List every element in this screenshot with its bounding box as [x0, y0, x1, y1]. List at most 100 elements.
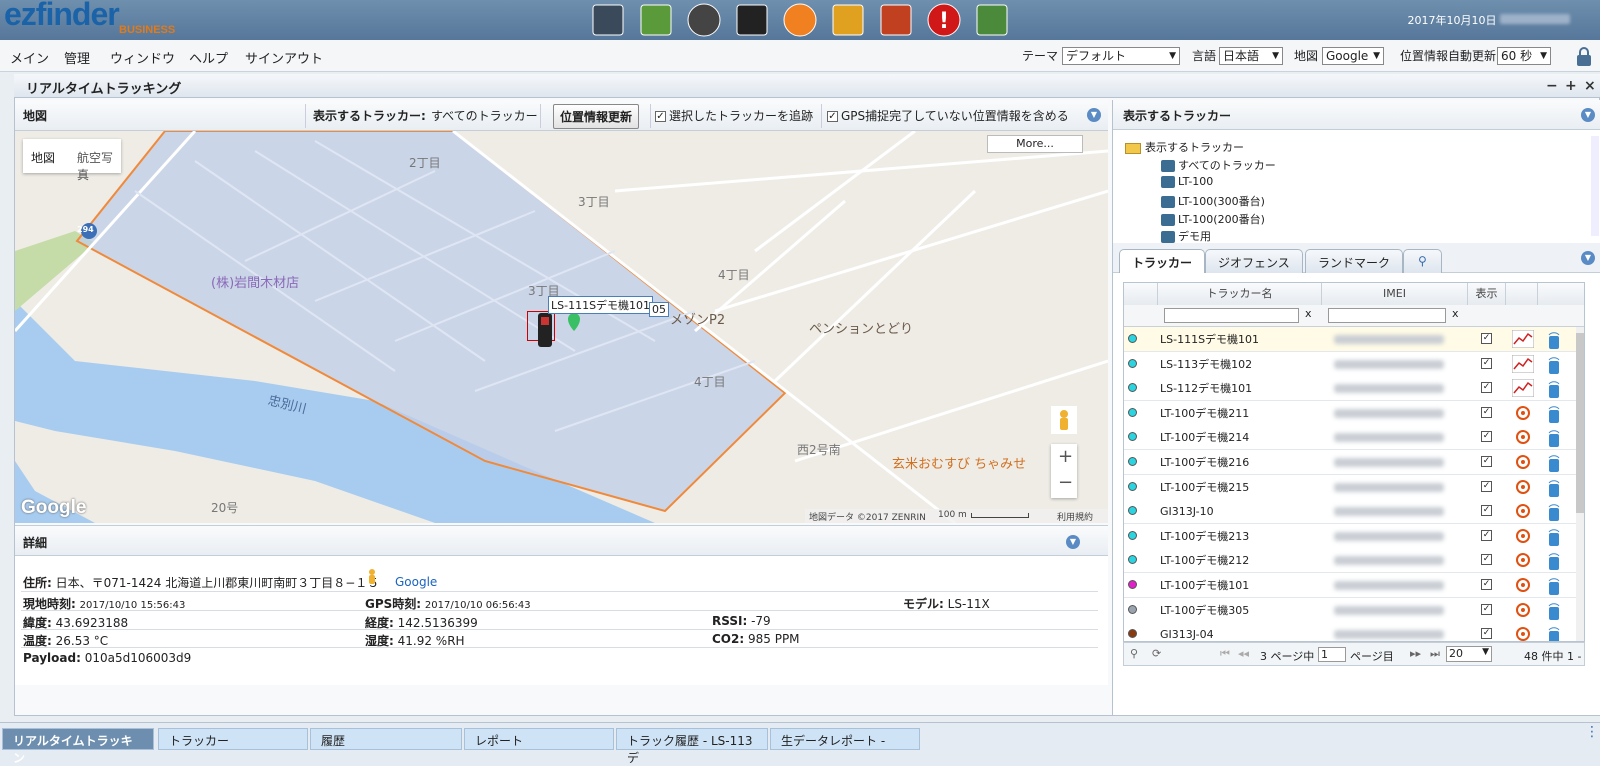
tab-geofence[interactable]: ジオフェンス — [1205, 249, 1303, 273]
tree-demo[interactable]: デモ用 — [1161, 228, 1211, 244]
sensor-chart-icon[interactable] — [1511, 354, 1535, 376]
chart-report-icon[interactable] — [973, 2, 1011, 38]
location-target-icon[interactable] — [1512, 428, 1534, 449]
device-signal-icon[interactable] — [1546, 379, 1562, 402]
table-row[interactable]: LS-112デモ機101 ✓ — [1124, 376, 1584, 402]
device-signal-icon[interactable] — [1546, 453, 1562, 476]
task-track-history[interactable]: トラック履歴 - LS-113デ — [616, 728, 768, 765]
task-raw-report[interactable]: 生データレポート - — [770, 728, 920, 750]
show-checkbox[interactable]: ✓ — [1481, 480, 1492, 492]
table-row[interactable]: LT-100デモ機214 ✓ — [1124, 425, 1584, 451]
tracker-marker-icon[interactable] — [536, 309, 584, 351]
map-pin-icon[interactable] — [637, 2, 675, 38]
trackers-value[interactable]: すべてのトラッカー — [431, 107, 538, 124]
tracker-panel-collapse-icon[interactable]: ▼ — [1581, 108, 1595, 122]
task-report[interactable]: レポート — [464, 728, 614, 750]
street-view-icon[interactable] — [364, 568, 380, 586]
tabs-collapse-icon[interactable]: ▼ — [1581, 251, 1595, 265]
pager-first-icon[interactable]: ⏮ — [1220, 647, 1230, 661]
show-checkbox[interactable]: ✓ — [1481, 505, 1492, 517]
device-signal-icon[interactable] — [1546, 551, 1562, 574]
refresh-location-button[interactable]: 位置情報更新 — [553, 104, 640, 129]
lang-select[interactable]: 日本語 — [1219, 47, 1283, 65]
table-row[interactable]: LT-100デモ機212 ✓ — [1124, 548, 1584, 574]
location-target-icon[interactable] — [1512, 453, 1534, 474]
show-checkbox[interactable]: ✓ — [1481, 628, 1492, 640]
location-target-icon[interactable] — [1512, 625, 1534, 641]
device-signal-icon[interactable] — [1546, 527, 1562, 550]
show-checkbox[interactable]: ✓ — [1481, 456, 1492, 467]
route-map-icon[interactable] — [877, 2, 915, 38]
pager-next-icon[interactable]: ▸▸ — [1410, 647, 1421, 660]
device-signal-icon[interactable] — [1546, 601, 1562, 624]
show-checkbox[interactable]: ✓ — [1481, 603, 1492, 615]
user-icon[interactable] — [781, 2, 819, 38]
location-target-icon[interactable] — [1512, 478, 1534, 499]
theme-select[interactable]: デフォルト — [1062, 47, 1180, 65]
menu-admin[interactable]: 管理 — [64, 48, 90, 67]
pager-prev-icon[interactable]: ◂◂ — [1238, 647, 1249, 660]
location-target-icon[interactable] — [1512, 601, 1534, 622]
map-type-map[interactable]: 地図 — [31, 149, 55, 166]
map-provider-select[interactable]: Google — [1322, 47, 1384, 65]
pager-refresh-icon[interactable]: ⟳ — [1152, 647, 1161, 660]
map-type-satellite[interactable]: 航空写真 — [77, 149, 121, 183]
pager-search-icon[interactable]: ⚲ — [1130, 647, 1138, 660]
device-signal-icon[interactable] — [1546, 428, 1562, 451]
map-collapse-icon[interactable]: ▼ — [1087, 108, 1101, 122]
menu-help[interactable]: ヘルプ — [189, 48, 228, 67]
location-target-icon[interactable] — [1512, 576, 1534, 597]
pager-last-icon[interactable]: ⏭ — [1430, 647, 1440, 661]
location-target-icon[interactable] — [1512, 404, 1534, 425]
task-history[interactable]: 履歴 — [310, 728, 462, 750]
tree-lt100-200[interactable]: LT-100(200番台) — [1161, 211, 1265, 227]
device-signal-icon[interactable] — [1546, 576, 1562, 599]
show-checkbox[interactable]: ✓ — [1481, 382, 1492, 394]
col-show[interactable]: 表示 — [1468, 283, 1506, 305]
table-row[interactable]: LS-113デモ機102 ✓ — [1124, 351, 1584, 377]
table-row[interactable]: LT-100デモ機215 ✓ — [1124, 474, 1584, 500]
window-close-button[interactable]: × — [1584, 78, 1596, 94]
device-signal-icon[interactable] — [1546, 404, 1562, 427]
table-row[interactable]: LT-100デモ機211 ✓ — [1124, 400, 1584, 427]
refresh-interval-select[interactable]: 60 秒 — [1497, 47, 1551, 65]
table-row[interactable]: LT-100デモ機216 ✓ — [1124, 450, 1584, 476]
device-signal-icon[interactable] — [1546, 502, 1562, 525]
location-target-icon[interactable] — [1512, 502, 1534, 523]
map-terms-link[interactable]: 利用規約 — [1057, 510, 1093, 523]
menu-main[interactable]: メイン — [10, 48, 49, 67]
tree-all-trackers[interactable]: すべてのトラッカー — [1161, 157, 1276, 173]
task-tracker[interactable]: トラッカー — [158, 728, 308, 750]
google-map-link[interactable]: Google — [395, 575, 437, 589]
show-checkbox[interactable]: ✓ — [1481, 406, 1492, 418]
show-checkbox[interactable]: ✓ — [1481, 357, 1492, 369]
show-checkbox[interactable]: ✓ — [1481, 333, 1492, 344]
tab-trackers[interactable]: トラッカー — [1119, 249, 1206, 273]
device-signal-icon[interactable] — [1546, 330, 1562, 353]
lock-icon[interactable] — [1575, 46, 1593, 68]
device-signal-icon[interactable] — [1546, 625, 1562, 641]
alert-icon[interactable]: ! — [925, 2, 963, 38]
location-target-icon[interactable] — [1512, 551, 1534, 572]
flag-icon[interactable] — [829, 2, 867, 38]
tracker-device-icon[interactable] — [733, 2, 771, 38]
monitor-board-icon[interactable] — [589, 2, 627, 38]
imei-filter-input[interactable] — [1328, 308, 1446, 323]
menu-signout[interactable]: サインアウト — [245, 48, 323, 67]
detail-collapse-icon[interactable]: ▼ — [1066, 535, 1080, 549]
tree-lt100[interactable]: LT-100 — [1161, 175, 1213, 188]
col-imei[interactable]: IMEI — [1322, 283, 1468, 305]
stopwatch-icon[interactable] — [685, 2, 723, 38]
more-button[interactable]: More... — [987, 135, 1083, 153]
sensor-chart-icon[interactable] — [1511, 378, 1535, 400]
map-view[interactable]: 294 2丁目 3丁目 3丁目 4丁目 4丁目 (株)岩間木材店 メゾンP2 ペ… — [15, 131, 1108, 523]
pegman-icon[interactable] — [1051, 406, 1077, 434]
tree-root[interactable]: 表示するトラッカー — [1125, 139, 1244, 155]
grid-scrollbar[interactable] — [1576, 327, 1584, 641]
zoom-in-button[interactable]: + — [1058, 446, 1073, 467]
tree-lt100-300[interactable]: LT-100(300番台) — [1161, 193, 1265, 209]
tab-landmark[interactable]: ランドマーク — [1305, 249, 1404, 273]
table-row[interactable]: GI313J-10 ✓ — [1124, 499, 1584, 525]
include-gps-checkbox[interactable]: ✓ GPS捕捉完了していない位置情報を含める — [827, 107, 1069, 124]
window-minimize-button[interactable]: − — [1546, 78, 1558, 94]
